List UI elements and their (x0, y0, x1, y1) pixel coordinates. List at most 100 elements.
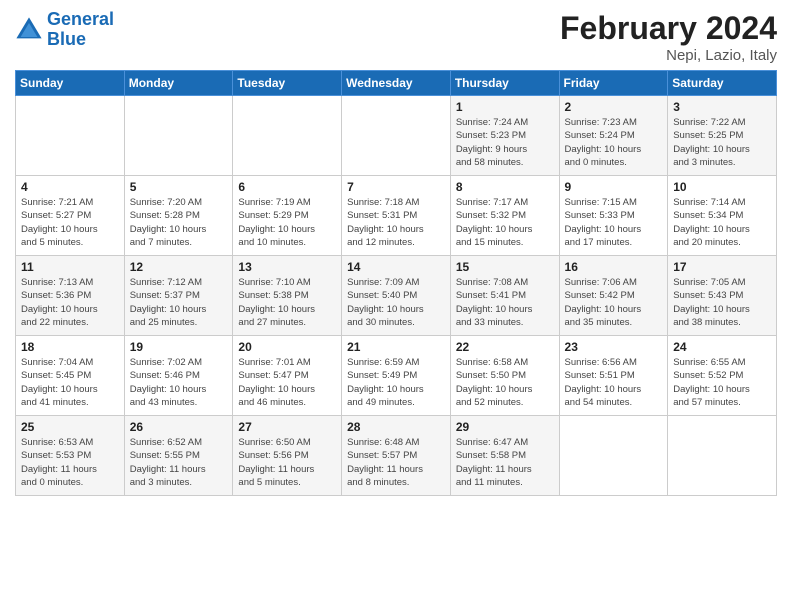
day-number: 4 (21, 180, 119, 194)
calendar-cell: 5Sunrise: 7:20 AMSunset: 5:28 PMDaylight… (124, 176, 233, 256)
day-info: Sunrise: 6:55 AMSunset: 5:52 PMDaylight:… (673, 356, 771, 409)
calendar-cell: 15Sunrise: 7:08 AMSunset: 5:41 PMDayligh… (450, 256, 559, 336)
month-title: February 2024 (560, 10, 777, 47)
calendar-cell: 20 Sunrise: 7:01 AMSunset: 5:47 PMDayligh… (233, 336, 342, 416)
title-block: February 2024 Nepi, Lazio, Italy (560, 10, 777, 64)
day-info: Sunrise: 7:15 AMSunset: 5:33 PMDaylight:… (565, 196, 663, 249)
calendar-cell: 3 Sunrise: 7:22 AMSunset: 5:25 PMDaylight… (668, 96, 777, 176)
calendar-cell: 6Sunrise: 7:19 AMSunset: 5:29 PMDaylight… (233, 176, 342, 256)
calendar-cell: 2 Sunrise: 7:23 AMSunset: 5:24 PMDaylight… (559, 96, 668, 176)
calendar-cell (16, 96, 125, 176)
day-number: 12 (130, 260, 228, 274)
calendar-week-2: 4 Sunrise: 7:21 AMSunset: 5:27 PMDaylight… (16, 176, 777, 256)
calendar-container: General Blue February 2024 Nepi, Lazio, … (0, 0, 792, 506)
header-sunday: Sunday (16, 71, 125, 96)
day-info: Sunrise: 7:18 AMSunset: 5:31 PMDaylight:… (347, 196, 445, 249)
day-info: Sunrise: 7:06 AMSunset: 5:42 PMDaylight:… (565, 276, 663, 329)
day-number: 16 (565, 260, 663, 274)
logo-line2: Blue (47, 29, 86, 49)
calendar-cell: 22 Sunrise: 6:58 AMSunset: 5:50 PMDayligh… (450, 336, 559, 416)
day-number: 11 (21, 260, 119, 274)
calendar-cell: 18 Sunrise: 7:04 AMSunset: 5:45 PMDayligh… (16, 336, 125, 416)
calendar-cell: 11 Sunrise: 7:13 AMSunset: 5:36 PMDayligh… (16, 256, 125, 336)
day-info: Sunrise: 6:52 AMSunset: 5:55 PMDaylight:… (130, 436, 228, 489)
day-number: 21 (347, 340, 445, 354)
calendar-cell: 10Sunrise: 7:14 AMSunset: 5:34 PMDayligh… (668, 176, 777, 256)
calendar-cell: 21 Sunrise: 6:59 AMSunset: 5:49 PMDayligh… (342, 336, 451, 416)
day-number: 19 (130, 340, 228, 354)
day-info: Sunrise: 6:59 AMSunset: 5:49 PMDaylight:… (347, 356, 445, 409)
day-number: 27 (238, 420, 336, 434)
day-info: Sunrise: 7:04 AMSunset: 5:45 PMDaylight:… (21, 356, 119, 409)
calendar-cell: 16 Sunrise: 7:06 AMSunset: 5:42 PMDayligh… (559, 256, 668, 336)
day-number: 6 (238, 180, 336, 194)
day-number: 25 (21, 420, 119, 434)
calendar-cell (668, 416, 777, 496)
calendar-cell (233, 96, 342, 176)
day-number: 14 (347, 260, 445, 274)
day-number: 17 (673, 260, 771, 274)
calendar-cell: 7 Sunrise: 7:18 AMSunset: 5:31 PMDaylight… (342, 176, 451, 256)
day-number: 2 (565, 100, 663, 114)
day-info: Sunrise: 6:48 AMSunset: 5:57 PMDaylight:… (347, 436, 445, 489)
day-number: 20 (238, 340, 336, 354)
day-info: Sunrise: 7:17 AMSunset: 5:32 PMDaylight:… (456, 196, 554, 249)
day-info: Sunrise: 6:47 AMSunset: 5:58 PMDaylight:… (456, 436, 554, 489)
header-friday: Friday (559, 71, 668, 96)
day-number: 8 (456, 180, 554, 194)
day-number: 9 (565, 180, 663, 194)
day-info: Sunrise: 7:09 AMSunset: 5:40 PMDaylight:… (347, 276, 445, 329)
logo: General Blue (15, 10, 114, 50)
header-wednesday: Wednesday (342, 71, 451, 96)
day-info: Sunrise: 7:02 AMSunset: 5:46 PMDaylight:… (130, 356, 228, 409)
header-tuesday: Tuesday (233, 71, 342, 96)
calendar-cell: 19 Sunrise: 7:02 AMSunset: 5:46 PMDayligh… (124, 336, 233, 416)
calendar-week-1: 1Sunrise: 7:24 AMSunset: 5:23 PMDaylight… (16, 96, 777, 176)
day-info: Sunrise: 7:23 AMSunset: 5:24 PMDaylight:… (565, 116, 663, 169)
day-info: Sunrise: 7:13 AMSunset: 5:36 PMDaylight:… (21, 276, 119, 329)
calendar-cell: 8 Sunrise: 7:17 AMSunset: 5:32 PMDaylight… (450, 176, 559, 256)
day-number: 18 (21, 340, 119, 354)
day-number: 3 (673, 100, 771, 114)
calendar-cell: 17 Sunrise: 7:05 AMSunset: 5:43 PMDayligh… (668, 256, 777, 336)
day-info: Sunrise: 6:56 AMSunset: 5:51 PMDaylight:… (565, 356, 663, 409)
header-saturday: Saturday (668, 71, 777, 96)
day-number: 7 (347, 180, 445, 194)
calendar-week-4: 18 Sunrise: 7:04 AMSunset: 5:45 PMDayligh… (16, 336, 777, 416)
calendar-cell (342, 96, 451, 176)
calendar-cell: 24 Sunrise: 6:55 AMSunset: 5:52 PMDayligh… (668, 336, 777, 416)
day-info: Sunrise: 7:22 AMSunset: 5:25 PMDaylight:… (673, 116, 771, 169)
day-info: Sunrise: 7:05 AMSunset: 5:43 PMDaylight:… (673, 276, 771, 329)
day-info: Sunrise: 7:01 AMSunset: 5:47 PMDaylight:… (238, 356, 336, 409)
day-info: Sunrise: 7:08 AMSunset: 5:41 PMDaylight:… (456, 276, 554, 329)
day-info: Sunrise: 6:53 AMSunset: 5:53 PMDaylight:… (21, 436, 119, 489)
day-number: 29 (456, 420, 554, 434)
day-number: 23 (565, 340, 663, 354)
logo-line1: General (47, 9, 114, 29)
header: General Blue February 2024 Nepi, Lazio, … (15, 10, 777, 64)
calendar-cell: 1Sunrise: 7:24 AMSunset: 5:23 PMDaylight… (450, 96, 559, 176)
calendar-cell: 27Sunrise: 6:50 AMSunset: 5:56 PMDayligh… (233, 416, 342, 496)
header-monday: Monday (124, 71, 233, 96)
day-info: Sunrise: 7:10 AMSunset: 5:38 PMDaylight:… (238, 276, 336, 329)
day-info: Sunrise: 7:12 AMSunset: 5:37 PMDaylight:… (130, 276, 228, 329)
day-number: 24 (673, 340, 771, 354)
calendar-cell: 28 Sunrise: 6:48 AMSunset: 5:57 PMDayligh… (342, 416, 451, 496)
calendar-cell: 12 Sunrise: 7:12 AMSunset: 5:37 PMDayligh… (124, 256, 233, 336)
calendar-cell: 26 Sunrise: 6:52 AMSunset: 5:55 PMDayligh… (124, 416, 233, 496)
day-info: Sunrise: 7:14 AMSunset: 5:34 PMDaylight:… (673, 196, 771, 249)
day-number: 28 (347, 420, 445, 434)
header-thursday: Thursday (450, 71, 559, 96)
day-number: 1 (456, 100, 554, 114)
day-number: 26 (130, 420, 228, 434)
calendar-cell (559, 416, 668, 496)
calendar-cell (124, 96, 233, 176)
header-row: Sunday Monday Tuesday Wednesday Thursday… (16, 71, 777, 96)
day-info: Sunrise: 7:21 AMSunset: 5:27 PMDaylight:… (21, 196, 119, 249)
calendar-cell: 25 Sunrise: 6:53 AMSunset: 5:53 PMDayligh… (16, 416, 125, 496)
day-number: 22 (456, 340, 554, 354)
calendar-cell: 4 Sunrise: 7:21 AMSunset: 5:27 PMDaylight… (16, 176, 125, 256)
calendar-cell: 23 Sunrise: 6:56 AMSunset: 5:51 PMDayligh… (559, 336, 668, 416)
day-info: Sunrise: 6:58 AMSunset: 5:50 PMDaylight:… (456, 356, 554, 409)
logo-text: General Blue (47, 10, 114, 50)
